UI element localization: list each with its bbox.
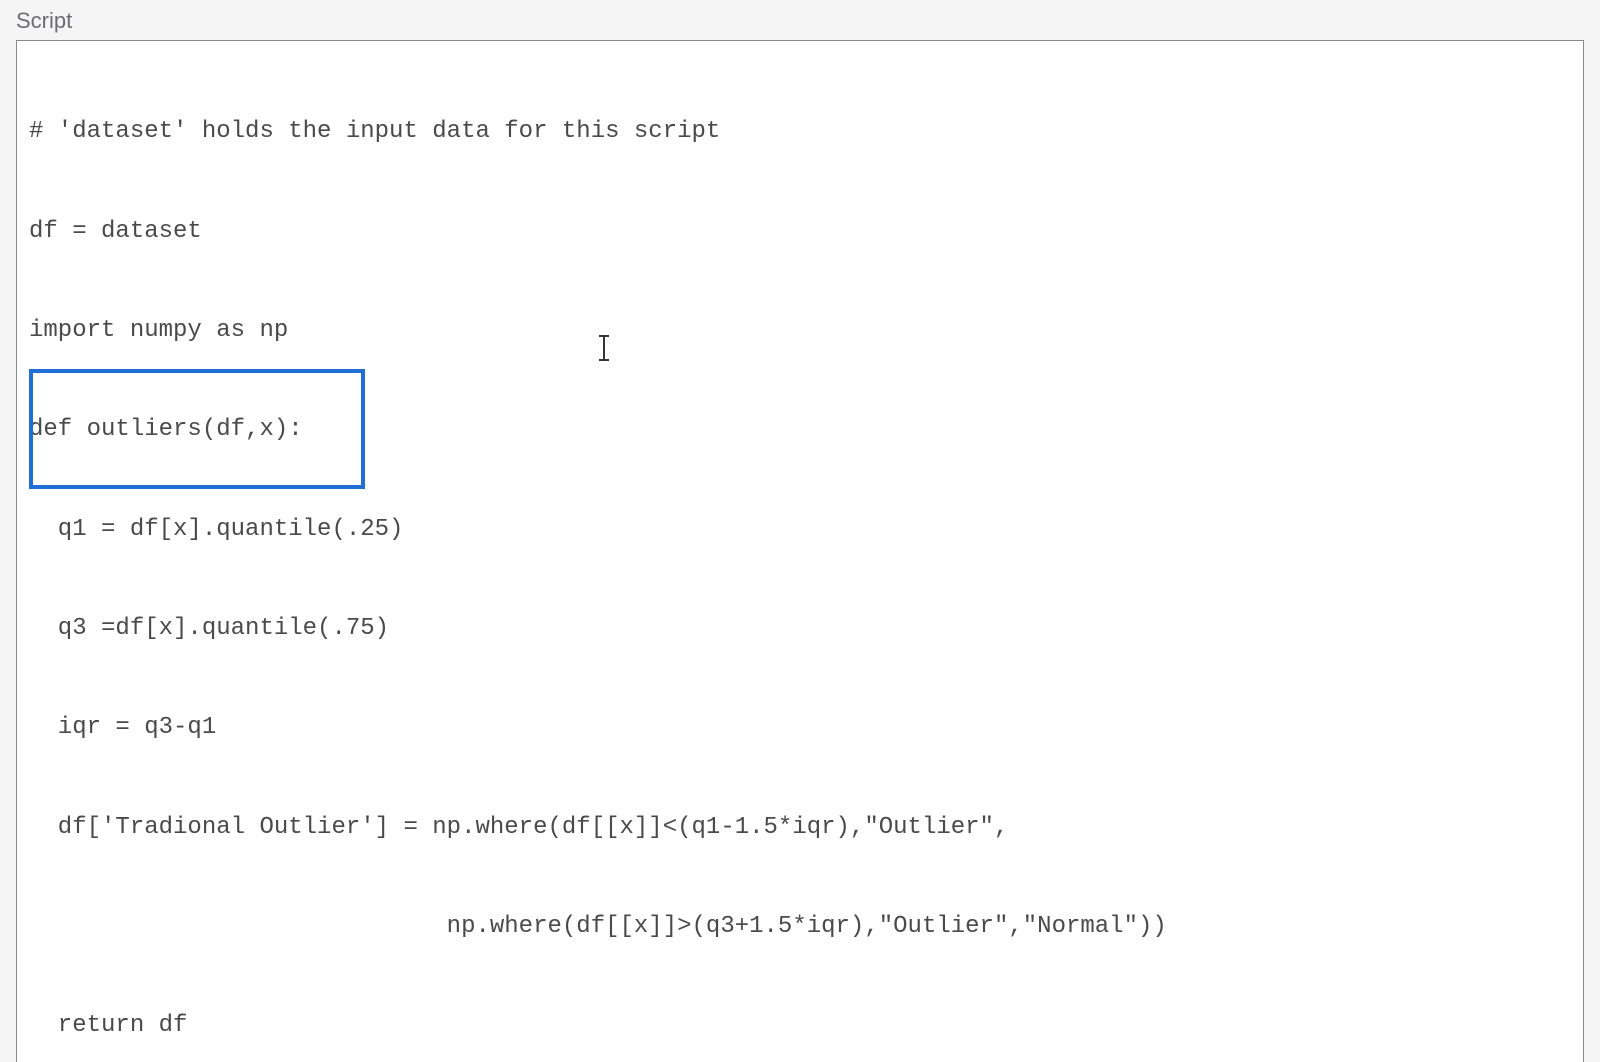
code-line: import numpy as np (29, 314, 1571, 347)
code-line: np.where(df[[x]]>(q3+1.5*iqr),"Outlier",… (29, 910, 1571, 943)
code-line: df = dataset (29, 215, 1571, 248)
code-line: q3 =df[x].quantile(.75) (29, 612, 1571, 645)
code-line: def outliers(df,x): (29, 413, 1571, 446)
script-label: Script (16, 8, 1584, 34)
script-editor[interactable]: # 'dataset' holds the input data for thi… (16, 40, 1584, 1062)
code-line: # 'dataset' holds the input data for thi… (29, 115, 1571, 148)
code-line: df['Tradional Outlier'] = np.where(df[[x… (29, 811, 1571, 844)
code-line: return df (29, 1009, 1571, 1042)
code-line: q1 = df[x].quantile(.25) (29, 513, 1571, 546)
code-line: iqr = q3-q1 (29, 711, 1571, 744)
